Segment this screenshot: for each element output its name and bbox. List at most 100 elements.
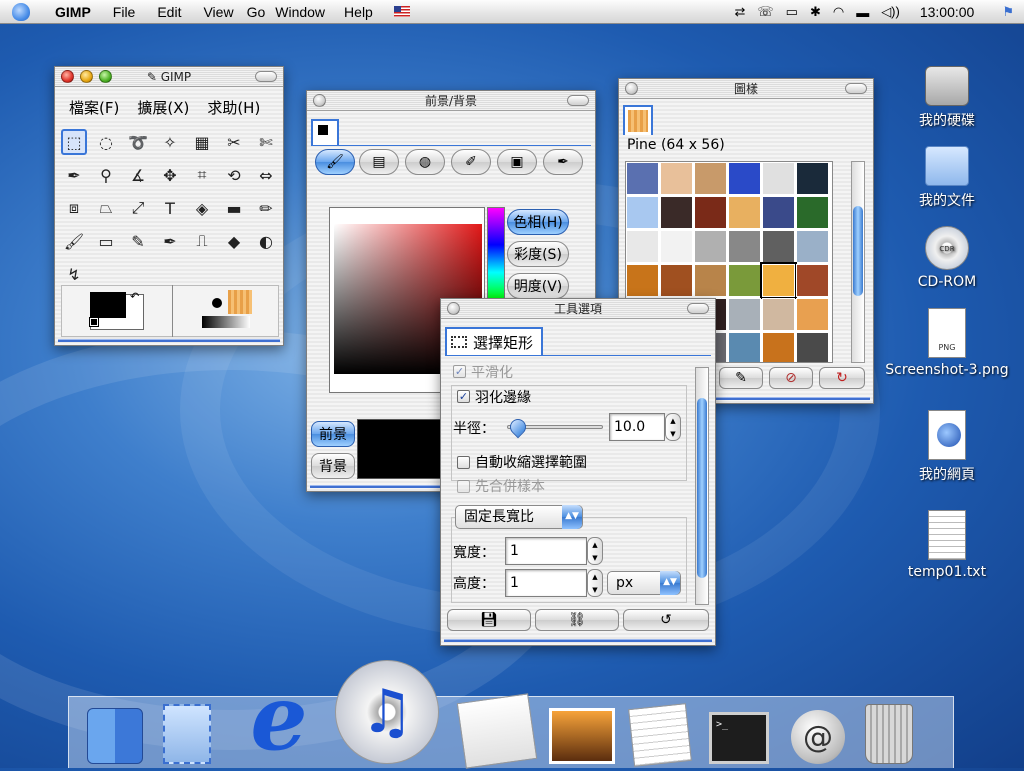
pattern-tile[interactable] xyxy=(626,264,659,297)
mode-value-button[interactable]: 明度(V) xyxy=(507,273,569,299)
iscissors-tool-icon[interactable]: ✄ xyxy=(253,129,279,155)
pattern-tile[interactable] xyxy=(796,298,829,331)
pattern-tile[interactable] xyxy=(660,162,693,195)
pattern-tile[interactable] xyxy=(626,230,659,263)
terminal-icon[interactable]: >_ xyxy=(709,712,769,764)
phone-icon[interactable]: ☏ xyxy=(757,4,773,20)
menu-go[interactable]: Go xyxy=(245,4,268,20)
pattern-tile[interactable] xyxy=(728,298,761,331)
perspective-tool-icon[interactable]: ⧈ xyxy=(61,195,87,221)
ellipse-select-tool-icon[interactable]: ◌ xyxy=(93,129,119,155)
height-input[interactable]: 1 xyxy=(505,569,587,597)
fuzzy-select-tool-icon[interactable]: ✧ xyxy=(157,129,183,155)
pattern-tile[interactable] xyxy=(762,196,795,229)
menu-help-cn[interactable]: 求助(H) xyxy=(207,97,260,118)
titlebar[interactable]: 工具選項 xyxy=(441,299,715,319)
iphoto-icon[interactable] xyxy=(456,693,538,769)
menu-file-cn[interactable]: 檔案(F) xyxy=(69,97,119,118)
pattern-tile[interactable] xyxy=(694,230,727,263)
rect-select-tool-icon[interactable]: ⬚ xyxy=(61,129,87,155)
clone-tool-icon[interactable]: ⎍ xyxy=(189,228,215,254)
convolve-tool-icon[interactable]: ◆ xyxy=(221,228,247,254)
menu-xtns-cn[interactable]: 擴展(X) xyxy=(137,97,189,118)
pattern-tile[interactable] xyxy=(728,196,761,229)
pattern-tile[interactable] xyxy=(796,332,829,362)
gradient-preview[interactable] xyxy=(202,316,250,328)
eraser-tool-icon[interactable]: ▭ xyxy=(93,228,119,254)
close-button[interactable] xyxy=(625,82,638,95)
pattern-preview[interactable] xyxy=(228,290,252,314)
pattern-tile[interactable] xyxy=(728,264,761,297)
menu-file[interactable]: File xyxy=(102,4,147,20)
input-language-flag-icon[interactable] xyxy=(393,6,410,17)
menu-view[interactable]: View xyxy=(192,4,244,20)
battery-icon[interactable]: ▭ xyxy=(786,4,798,20)
spotlight-user-icon[interactable]: ⚑ xyxy=(1002,4,1014,20)
pattern-tile[interactable] xyxy=(626,196,659,229)
paintbrush-tool-icon[interactable]: 🖌︎ xyxy=(61,228,87,254)
pattern-tile[interactable] xyxy=(796,162,829,195)
toolbar-toggle-button[interactable] xyxy=(567,95,589,106)
lasso-tool-icon[interactable]: ➰ xyxy=(125,129,151,155)
sync-icon[interactable]: ⇄ xyxy=(734,4,745,20)
dodge-burn-tool-icon[interactable]: ◐ xyxy=(253,228,279,254)
wifi-icon[interactable]: ◠ xyxy=(833,4,844,20)
scales-selector-button[interactable]: ▣ xyxy=(497,149,537,175)
text-tool-icon[interactable]: T xyxy=(157,195,183,221)
pattern-tile[interactable] xyxy=(796,230,829,263)
internet-explorer-icon[interactable]: e xyxy=(233,665,325,771)
gimp-selector-button[interactable]: 🖌 xyxy=(315,149,355,175)
restore-options-button[interactable]: ⛓ xyxy=(535,609,619,631)
feather-checkbox[interactable]: ✓ xyxy=(457,390,470,403)
default-colors-icon[interactable] xyxy=(89,317,99,327)
desktop-icon-cdrom[interactable]: CDR CD-ROM xyxy=(892,226,1002,290)
transform-tool-icon[interactable]: ⟲ xyxy=(221,162,247,188)
zoom-button[interactable] xyxy=(99,70,112,83)
pattern-tile[interactable] xyxy=(728,332,761,362)
width-input[interactable]: 1 xyxy=(505,537,587,565)
by-color-select-tool-icon[interactable]: ▦ xyxy=(189,129,215,155)
save-options-button[interactable]: 💾︎ xyxy=(447,609,531,631)
titlebar[interactable]: 圖樣 xyxy=(619,79,873,99)
pattern-tile[interactable] xyxy=(626,162,659,195)
color-picker-tool-icon[interactable]: ✒ xyxy=(61,162,87,188)
radius-slider[interactable] xyxy=(506,415,603,439)
fixed-ratio-popup[interactable]: 固定長寬比 ▲▼ xyxy=(455,505,583,529)
fgbg-tab[interactable] xyxy=(311,119,339,145)
eyedropper-button[interactable]: ✒ xyxy=(543,149,583,175)
finder-icon[interactable] xyxy=(87,708,143,764)
desktop-icon-webpage[interactable]: 我的網頁 xyxy=(892,410,1002,484)
pattern-tile[interactable] xyxy=(728,230,761,263)
desktop-icon-hard-drive[interactable]: 我的硬碟 xyxy=(892,66,1002,130)
close-button[interactable] xyxy=(61,70,74,83)
shear-tool-icon[interactable]: ⏢ xyxy=(93,195,119,221)
desktop-icon-screenshot[interactable]: PNG Screenshot-3.png xyxy=(880,308,1014,378)
itunes-icon[interactable]: ♫ xyxy=(335,660,439,764)
desktop-icon-documents[interactable]: 我的文件 xyxy=(892,146,1002,210)
pattern-tile[interactable] xyxy=(660,230,693,263)
pattern-tile[interactable] xyxy=(660,264,693,297)
menu-window[interactable]: Window xyxy=(267,4,333,20)
antialias-checkbox[interactable]: ✓ xyxy=(453,365,466,378)
pattern-tile[interactable] xyxy=(660,196,693,229)
titlebar[interactable]: 前景/背景 xyxy=(307,91,595,111)
pattern-tile[interactable] xyxy=(796,264,829,297)
watercolor-selector-button[interactable]: ✐ xyxy=(451,149,491,175)
radius-input[interactable]: 10.0 xyxy=(609,413,665,441)
toolbar-toggle-button[interactable] xyxy=(255,71,277,82)
bucket-fill-tool-icon[interactable]: ◈ xyxy=(189,195,215,221)
ink-tool-icon[interactable]: ✒ xyxy=(157,228,183,254)
measure-tool-icon[interactable]: ∡ xyxy=(125,162,151,188)
unit-popup[interactable]: px ▲▼ xyxy=(607,571,681,595)
height-stepper[interactable]: ▲ ▼ xyxy=(587,569,603,597)
pattern-tile[interactable] xyxy=(694,264,727,297)
close-button[interactable] xyxy=(447,302,460,315)
pattern-tile[interactable] xyxy=(762,230,795,263)
textedit-icon[interactable] xyxy=(628,703,692,767)
mode-saturation-button[interactable]: 彩度(S) xyxy=(507,241,569,267)
brush-preview[interactable] xyxy=(212,298,222,308)
pattern-tile[interactable] xyxy=(762,332,795,362)
auto-shrink-checkbox[interactable] xyxy=(457,456,470,469)
minimize-button[interactable] xyxy=(80,70,93,83)
pattern-tile[interactable] xyxy=(694,162,727,195)
